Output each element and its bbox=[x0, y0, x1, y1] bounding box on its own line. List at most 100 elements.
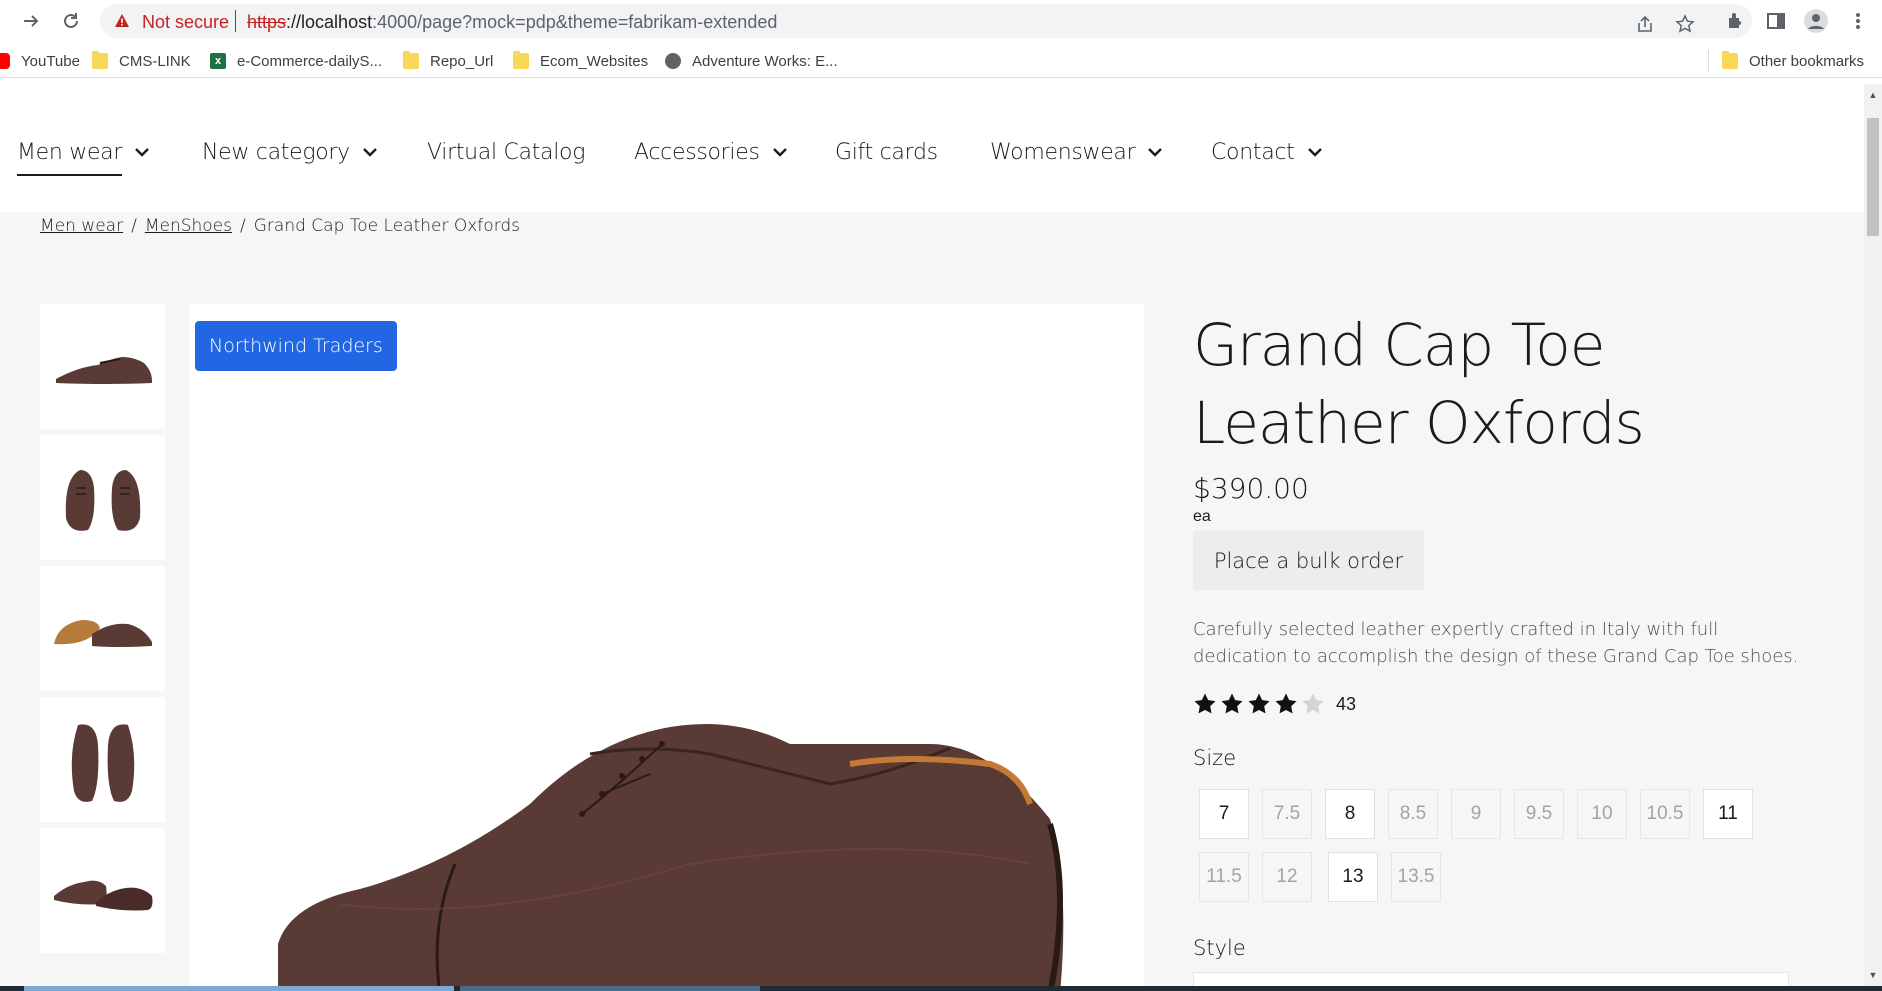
product-price: $390.00 bbox=[1193, 472, 1309, 505]
site-navigation: Men wear New category Virtual Catalog Ac… bbox=[0, 84, 1864, 212]
shoe-pair-angle-image bbox=[53, 880, 152, 910]
star-empty-icon bbox=[1302, 693, 1324, 714]
browser-toolbar: Not secure https://localhost:4000/page?m… bbox=[0, 0, 1882, 42]
size-option-13-5[interactable]: 13.5 bbox=[1391, 852, 1441, 902]
product-thumbnail[interactable] bbox=[40, 566, 165, 691]
breadcrumb-link-menshoes[interactable]: MenShoes bbox=[145, 216, 232, 236]
style-selector[interactable] bbox=[1193, 972, 1789, 986]
product-title: Grand Cap Toe Leather Oxfords bbox=[1193, 311, 1645, 457]
other-bookmarks[interactable]: Other bookmarks bbox=[1722, 50, 1864, 72]
url-text[interactable]: https://localhost:4000/page?mock=pdp&the… bbox=[247, 12, 777, 33]
nav-label: New category bbox=[202, 139, 350, 165]
product-thumbnail[interactable] bbox=[40, 304, 165, 429]
chevron-down-icon bbox=[1148, 148, 1163, 157]
size-option-10-5[interactable]: 10.5 bbox=[1640, 789, 1690, 839]
size-option-11-5[interactable]: 11.5 bbox=[1199, 852, 1249, 902]
size-label: Size bbox=[1193, 746, 1237, 770]
bookmark-cms-link[interactable]: CMS-LINK bbox=[92, 50, 191, 72]
folder-icon bbox=[92, 51, 108, 69]
url-host: ://localhost bbox=[286, 12, 373, 32]
size-option-10[interactable]: 10 bbox=[1577, 789, 1627, 839]
shoe-pair-top-image bbox=[71, 723, 134, 802]
nav-label: Womenswear bbox=[990, 139, 1136, 165]
bookmark-label: Adventure Works: E... bbox=[692, 52, 838, 70]
bookmark-label: Other bookmarks bbox=[1749, 52, 1865, 70]
share-icon[interactable] bbox=[1634, 13, 1656, 35]
bookmark-ecom-websites[interactable]: Ecom_Websites bbox=[513, 50, 648, 72]
nav-item-men-wear[interactable]: Men wear bbox=[17, 136, 150, 176]
scroll-down-icon[interactable]: ▼ bbox=[1868, 970, 1878, 980]
bookmark-label: CMS-LINK bbox=[119, 52, 191, 70]
star-filled-icon bbox=[1248, 693, 1270, 714]
bookmarks-bar: YouTube CMS-LINK x e-Commerce-dailyS... … bbox=[0, 42, 1882, 78]
scrollbar-thumb[interactable] bbox=[1867, 118, 1879, 236]
bookmark-label: Repo_Url bbox=[430, 52, 494, 70]
forward-icon[interactable] bbox=[18, 8, 44, 34]
size-option-12[interactable]: 12 bbox=[1262, 852, 1312, 902]
breadcrumb-link-men-wear[interactable]: Men wear bbox=[40, 216, 123, 236]
url-scheme: https bbox=[247, 12, 287, 32]
folder-icon bbox=[513, 51, 529, 69]
nav-label: Virtual Catalog bbox=[427, 139, 586, 165]
bulk-order-button[interactable]: Place a bulk order bbox=[1193, 531, 1424, 590]
star-filled-icon bbox=[1221, 693, 1243, 714]
size-option-7-5[interactable]: 7.5 bbox=[1262, 789, 1312, 839]
product-thumbnail[interactable] bbox=[40, 435, 165, 560]
size-option-9[interactable]: 9 bbox=[1451, 789, 1501, 839]
product-main-image[interactable]: Northwind Traders bbox=[190, 304, 1144, 986]
nav-label: Contact bbox=[1211, 139, 1295, 165]
address-bar[interactable]: Not secure https://localhost:4000/page?m… bbox=[100, 4, 1752, 38]
nav-item-gift-cards[interactable]: Gift cards bbox=[835, 136, 938, 168]
chevron-down-icon bbox=[135, 148, 149, 157]
profile-avatar-icon[interactable] bbox=[1804, 9, 1828, 33]
bookmark-adventure-works[interactable]: Adventure Works: E... bbox=[665, 50, 838, 72]
folder-icon bbox=[403, 51, 419, 69]
shoe-side-image bbox=[55, 356, 152, 384]
chevron-down-icon bbox=[362, 148, 377, 157]
bookmark-label: YouTube bbox=[21, 52, 80, 70]
side-panel-icon[interactable] bbox=[1764, 9, 1788, 33]
style-label: Style bbox=[1193, 936, 1246, 960]
bookmark-label: Ecom_Websites bbox=[540, 52, 649, 70]
shoe-pair-front-image bbox=[65, 469, 140, 531]
product-description: Carefully selected leather expertly craf… bbox=[1193, 619, 1799, 667]
security-status[interactable]: Not secure bbox=[142, 12, 229, 33]
reload-icon[interactable] bbox=[58, 8, 84, 34]
extensions-icon[interactable] bbox=[1723, 9, 1747, 33]
bookmark-repo-url[interactable]: Repo_Url bbox=[403, 50, 493, 72]
chevron-down-icon bbox=[772, 148, 787, 157]
warning-icon[interactable] bbox=[114, 13, 130, 29]
breadcrumb-separator: / bbox=[131, 216, 137, 236]
size-option-9-5[interactable]: 9.5 bbox=[1514, 789, 1564, 839]
size-option-8-5[interactable]: 8.5 bbox=[1388, 789, 1438, 839]
page-scrollbar[interactable]: ▲ ▼ bbox=[1864, 84, 1882, 986]
breadcrumb-separator: / bbox=[240, 216, 246, 236]
nav-item-accessories[interactable]: Accessories bbox=[634, 136, 788, 168]
price-unit: ea bbox=[1193, 508, 1211, 525]
nav-label: Accessories bbox=[634, 139, 760, 165]
size-option-11[interactable]: 11 bbox=[1703, 789, 1753, 839]
product-thumbnail[interactable] bbox=[40, 697, 165, 822]
breadcrumb: Men wear / MenShoes / Grand Cap Toe Leat… bbox=[40, 216, 520, 236]
menu-kebab-icon[interactable] bbox=[1846, 9, 1870, 33]
bookmark-star-icon[interactable] bbox=[1674, 13, 1696, 35]
nav-item-virtual-catalog[interactable]: Virtual Catalog bbox=[427, 136, 585, 168]
size-option-8[interactable]: 8 bbox=[1325, 789, 1375, 839]
taskbar-segment bbox=[24, 986, 454, 991]
size-option-13[interactable]: 13 bbox=[1328, 852, 1378, 902]
product-thumbnail[interactable] bbox=[40, 828, 165, 953]
excel-icon: x bbox=[210, 53, 226, 69]
size-option-7[interactable]: 7 bbox=[1199, 789, 1249, 839]
bookmark-youtube[interactable]: YouTube bbox=[0, 50, 80, 72]
nav-item-contact[interactable]: Contact bbox=[1211, 136, 1323, 168]
product-page: Men wear New category Virtual Catalog Ac… bbox=[0, 84, 1864, 986]
review-count[interactable]: 43 bbox=[1336, 694, 1356, 715]
taskbar-segment bbox=[460, 986, 760, 991]
folder-icon bbox=[1722, 51, 1738, 69]
scroll-up-icon[interactable]: ▲ bbox=[1868, 90, 1878, 100]
nav-item-womenswear[interactable]: Womenswear bbox=[990, 136, 1163, 168]
nav-item-new-category[interactable]: New category bbox=[202, 136, 378, 168]
shoe-sole-image bbox=[53, 619, 152, 647]
bookmark-ecommerce-daily[interactable]: x e-Commerce-dailyS... bbox=[210, 50, 382, 72]
product-rating[interactable]: 43 bbox=[1193, 692, 1356, 716]
